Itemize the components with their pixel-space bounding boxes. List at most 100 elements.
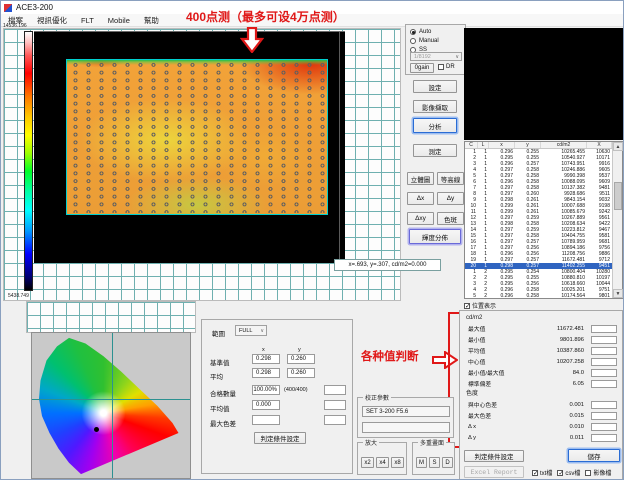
reference-y-field[interactable]: 0.260	[287, 354, 315, 364]
export-checkbox[interactable]: csv檔	[557, 468, 580, 477]
average-x-field[interactable]: 0.298	[252, 368, 280, 378]
settings-button[interactable]: 設定	[413, 80, 457, 93]
delta-y-button[interactable]: Δy	[437, 192, 464, 205]
stat-row: 與中心色差0.001	[463, 399, 621, 410]
position-display-checkbox[interactable]: 位置表示	[464, 301, 496, 310]
chevron-down-icon: ∨	[455, 54, 461, 60]
average-label: 平均	[210, 371, 223, 381]
stat-label: Δ x	[468, 424, 534, 430]
cie-crosshair-vertical	[112, 333, 113, 478]
delta-x-button[interactable]: Δx	[407, 192, 434, 205]
menu-item[interactable]: 幫助	[137, 15, 166, 26]
dr-checkbox-box	[438, 64, 444, 70]
stat-value: 0.010	[534, 424, 584, 430]
judge-result-box	[324, 415, 346, 425]
export-checkbox[interactable]: txt檔	[532, 468, 552, 477]
stat-value: 0.011	[534, 435, 584, 441]
zoom-button-x4[interactable]: x4	[376, 457, 389, 468]
calibration-value-field[interactable]: SET 3-200 F5.6	[362, 406, 450, 417]
stats-section-title: cd/m2	[463, 313, 621, 323]
judge-result-box	[591, 336, 617, 344]
judge-condition-button[interactable]: 判定條件設定	[464, 450, 524, 462]
stat-label: 標準偏差	[468, 379, 534, 388]
table-header-cell: x	[489, 142, 515, 148]
cie-diagram[interactable]	[31, 332, 191, 479]
menu-item[interactable]: 視訊優化	[30, 15, 74, 26]
capture-mode-radio[interactable]: Auto	[410, 28, 465, 36]
stat-row: Δ y0.011	[463, 432, 621, 443]
calibration-group: 校正參數 SET 3-200 F5.6	[357, 397, 454, 438]
contour-button[interactable]: 等高線	[437, 172, 464, 185]
multiscreen-button-S[interactable]: S	[429, 457, 440, 468]
multiscreen-button-M[interactable]: M	[416, 457, 427, 468]
stereo-button[interactable]: 立體圖	[407, 172, 434, 185]
cie-gamut-horseshoe	[36, 335, 186, 477]
analyze-button[interactable]: 分析	[413, 118, 457, 133]
stat-value: 10207.258	[534, 359, 584, 365]
menu-item[interactable]: Mobile	[101, 16, 137, 25]
max-color-diff-field[interactable]	[252, 415, 280, 425]
reference-x-field[interactable]: 0.298	[252, 354, 280, 364]
mean-field[interactable]: 0.000	[252, 400, 280, 410]
judge-result-box	[324, 385, 346, 395]
stat-row: 中心值10207.258	[463, 356, 621, 367]
stat-value: 11672.481	[534, 326, 584, 332]
capture-mode-radios: AutoManualSS	[406, 25, 465, 54]
judge-result-box	[591, 369, 617, 377]
calibration-title: 校正參數	[363, 393, 391, 402]
scrollbar-thumb[interactable]	[614, 182, 622, 210]
measure-button[interactable]: 測定	[413, 144, 457, 157]
judge-result-box	[324, 400, 346, 410]
app-window: ACE3-200 檔案視訊優化FLTMobile幫助 14536.196 543…	[0, 0, 624, 480]
table-header-cell: L	[478, 142, 489, 148]
gain-button[interactable]: 0gain	[410, 63, 434, 73]
results-table: CLxycd/m2X 110.2960.25510265.45510630210…	[464, 141, 623, 299]
pass-count-note: (400/400)	[284, 387, 308, 393]
mura-button[interactable]: 色斑	[437, 212, 464, 225]
delta-xy-button[interactable]: Δxy	[407, 212, 434, 225]
menu-item[interactable]: FLT	[74, 16, 101, 25]
luminance-heatmap[interactable]	[66, 59, 328, 215]
multiscreen-button-D[interactable]: D	[442, 457, 453, 468]
reference-label: 基準值	[210, 357, 230, 367]
excel-report-button[interactable]: Excel Report	[464, 466, 524, 478]
save-button[interactable]: 儲存	[568, 449, 620, 462]
measurement-canvas[interactable]	[34, 31, 345, 263]
table-header-cell: C	[465, 142, 478, 148]
annotation-judge-note: 各种值判断	[361, 348, 419, 364]
table-scrollbar[interactable]: ▲ ▼	[612, 142, 622, 298]
average-y-field[interactable]: 0.260	[287, 368, 315, 378]
scroll-down-icon[interactable]: ▼	[613, 289, 623, 298]
judge-condition-settings-button[interactable]: 判定條件設定	[254, 432, 306, 444]
stat-row: 最小值/最大值84.0	[463, 367, 621, 378]
zoom-title: 放大	[363, 438, 379, 447]
judge-result-box	[591, 423, 617, 431]
stat-label: 最小值/最大值	[468, 368, 534, 377]
capture-mode-radio[interactable]: Manual	[410, 37, 465, 45]
app-icon	[4, 4, 12, 12]
multiscreen-group: 多重畫面 MSD	[412, 442, 455, 475]
range-label: 範圍	[212, 328, 225, 338]
range-select[interactable]: FULL∨	[235, 325, 267, 336]
shutter-select[interactable]: 1/8192∨	[410, 52, 462, 61]
measurement-points-grid	[69, 61, 325, 213]
luminance-distribution-button[interactable]: 輝度分佈	[409, 229, 461, 244]
dr-checkbox[interactable]: DR	[438, 64, 455, 70]
calibration-value2-field[interactable]	[362, 422, 450, 433]
multiscreen-title: 多重畫面	[418, 438, 446, 447]
camera-preview	[464, 28, 623, 140]
judge-result-box	[591, 358, 617, 366]
radio-icon	[410, 38, 416, 44]
stat-label: 平均值	[468, 346, 534, 355]
color-scale-max: 14536.196	[3, 23, 27, 29]
export-checkbox[interactable]: 影像檔	[585, 468, 611, 477]
stat-label: 與中心色差	[468, 400, 534, 409]
annotation-arrow-down-icon	[240, 27, 264, 53]
image-capture-button[interactable]: 影像擷取	[413, 100, 457, 113]
results-table-header: CLxycd/m2X	[465, 142, 622, 149]
scroll-up-icon[interactable]: ▲	[613, 142, 623, 151]
pass-count-label: 合格數量	[210, 388, 236, 398]
zoom-button-x8[interactable]: x8	[391, 457, 404, 468]
table-row[interactable]: 520.2960.25810174.5649801	[465, 293, 622, 299]
zoom-button-x2[interactable]: x2	[361, 457, 374, 468]
